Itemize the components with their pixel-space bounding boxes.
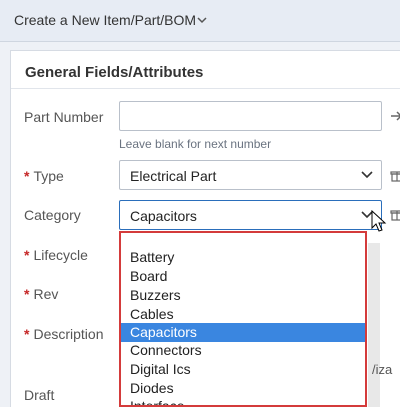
arrow-right-icon[interactable] <box>390 109 400 123</box>
underlying-field-edge <box>368 243 380 407</box>
partial-wizard-text: /iza <box>372 362 393 377</box>
dropdown-option-diodes[interactable]: Diodes <box>121 379 365 398</box>
type-select[interactable]: Electrical Part <box>119 160 382 190</box>
required-marker: * <box>24 247 30 263</box>
type-label-text: Type <box>33 168 64 184</box>
dropdown-option-battery[interactable]: Battery <box>121 248 365 267</box>
description-label-text: Description <box>33 326 104 342</box>
gift-icon[interactable] <box>390 168 400 182</box>
panel-title: General Fields/Attributes <box>25 64 204 81</box>
lifecycle-label-text: Lifecycle <box>33 247 88 263</box>
draft-label: Draft <box>24 387 55 403</box>
category-value: Capacitors <box>130 208 197 224</box>
dropdown-option-buzzers[interactable]: Buzzers <box>121 286 365 305</box>
dropdown-option-interface[interactable]: Interface <box>121 397 365 405</box>
part-number-label: Part Number <box>24 109 104 125</box>
part-number-input[interactable] <box>119 101 382 131</box>
type-label: * Type <box>24 168 64 184</box>
page-title[interactable]: Create a New Item/Part/BOM <box>14 12 196 28</box>
required-marker: * <box>24 286 30 302</box>
rev-label: * Rev <box>24 286 58 302</box>
dropdown-option-digital-ics[interactable]: Digital Ics <box>121 360 365 379</box>
category-label: Category <box>24 207 81 223</box>
dropdown-option-connectors[interactable]: Connectors <box>121 341 365 360</box>
required-marker: * <box>24 168 30 184</box>
chevron-down-icon <box>361 171 373 179</box>
top-bar: Create a New Item/Part/BOM <box>0 0 400 42</box>
panel-header: General Fields/Attributes <box>11 51 400 89</box>
required-marker: * <box>24 326 30 342</box>
lifecycle-label: * Lifecycle <box>24 247 88 263</box>
part-number-hint: Leave blank for next number <box>119 137 272 151</box>
chevron-down-icon[interactable] <box>196 14 208 26</box>
dropdown-option-cables[interactable]: Cables <box>121 305 365 324</box>
dropdown-option-board[interactable]: Board <box>121 267 365 286</box>
category-select[interactable]: Capacitors <box>119 200 382 230</box>
gift-icon[interactable] <box>390 207 400 221</box>
mouse-cursor-icon <box>371 210 387 232</box>
category-dropdown-list[interactable]: Battery Board Buzzers Cables Capacitors … <box>119 231 367 407</box>
dropdown-option-capacitors[interactable]: Capacitors <box>121 323 365 342</box>
type-value: Electrical Part <box>130 168 217 184</box>
description-label: * Description <box>24 326 103 342</box>
rev-label-text: Rev <box>33 286 59 302</box>
